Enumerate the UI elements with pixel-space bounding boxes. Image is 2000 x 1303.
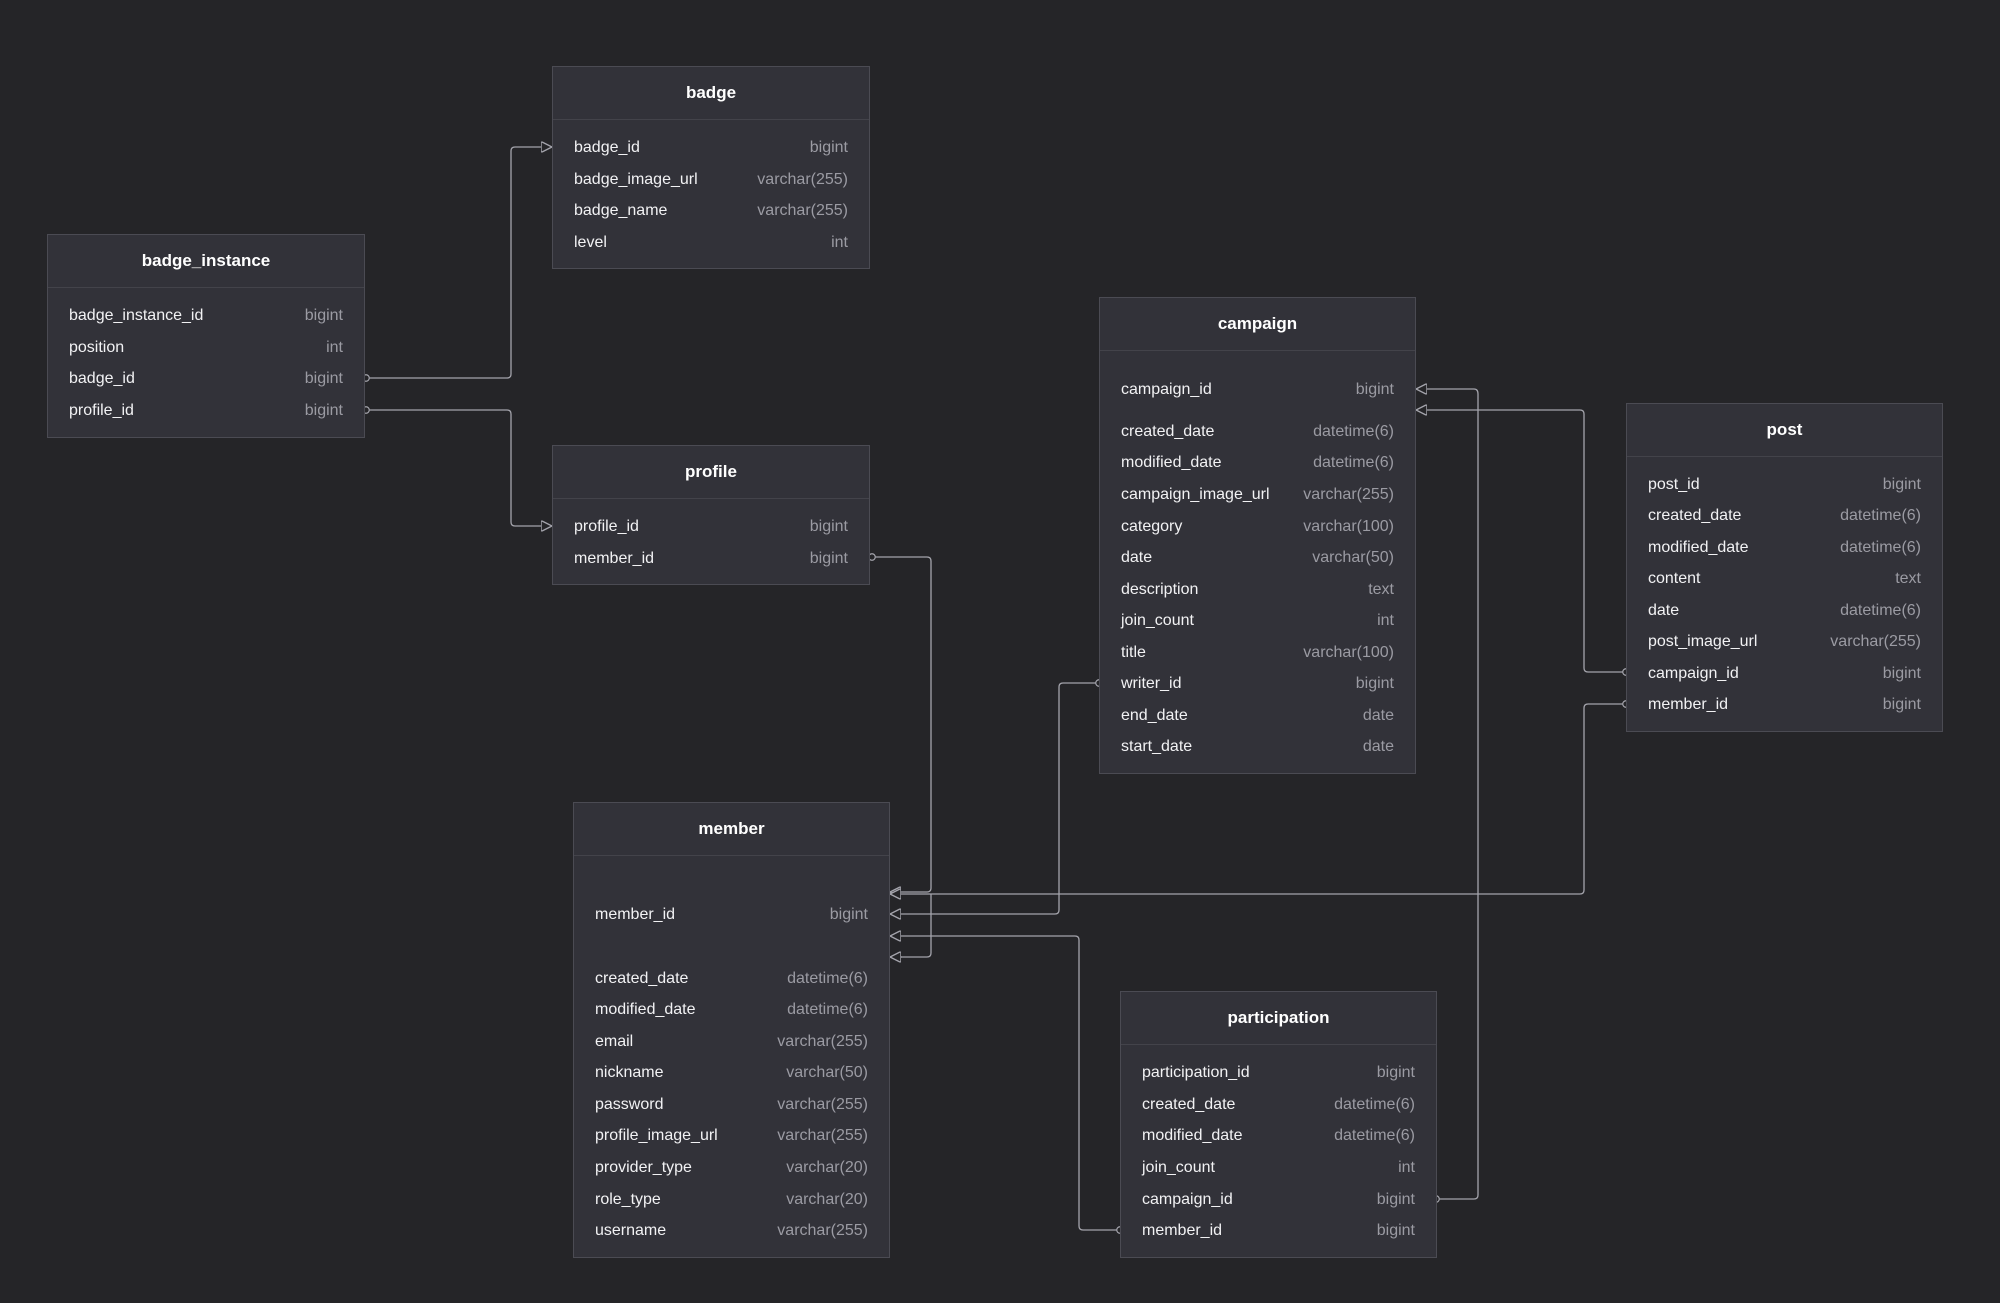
column-row[interactable]: join_count int — [1142, 1156, 1415, 1180]
table-post[interactable]: post post_id bigint created_date datetime(… — [1626, 403, 1943, 732]
column-row[interactable]: role_type varchar(20) — [595, 1188, 868, 1212]
table-profile[interactable]: profile profile_id bigint member_id bigint — [552, 445, 870, 585]
column-row[interactable]: created_date datetime(6) — [595, 967, 868, 991]
column-row[interactable]: level int — [574, 231, 848, 255]
column-row[interactable]: end_date date — [1121, 704, 1394, 728]
column-row[interactable]: member_id bigint — [574, 547, 848, 571]
table-member[interactable]: member member_id bigint created_date datet… — [573, 802, 890, 1258]
rel-member-stub — [890, 894, 932, 958]
column-row[interactable]: nickname varchar(50) — [595, 1061, 868, 1085]
column-row[interactable]: writer_id bigint — [1121, 672, 1394, 696]
column-row[interactable]: participation_id bigint — [1142, 1061, 1415, 1085]
column-row[interactable]: join_count int — [1121, 609, 1394, 633]
column-row[interactable]: badge_name varchar(255) — [574, 199, 848, 223]
column-row[interactable]: created_date datetime(6) — [1121, 420, 1394, 444]
column-row[interactable]: email varchar(255) — [595, 1030, 868, 1054]
table-title: member — [574, 803, 889, 856]
column-row[interactable]: campaign_image_url varchar(255) — [1121, 483, 1394, 507]
column-row[interactable]: member_id bigint — [595, 903, 868, 927]
table-campaign[interactable]: campaign campaign_id bigint created_date d… — [1099, 297, 1416, 774]
table-title: badge — [553, 67, 869, 120]
table-title: participation — [1121, 992, 1436, 1045]
column-row[interactable]: member_id bigint — [1142, 1219, 1415, 1243]
column-row[interactable]: description text — [1121, 578, 1394, 602]
column-row[interactable]: modified_date datetime(6) — [595, 998, 868, 1022]
column-row[interactable]: category varchar(100) — [1121, 515, 1394, 539]
column-row[interactable]: badge_id bigint — [574, 136, 848, 160]
column-row[interactable]: profile_id bigint — [574, 515, 848, 539]
column-row[interactable]: profile_image_url varchar(255) — [595, 1124, 868, 1148]
rel-badge-instance-profile[interactable] — [366, 410, 552, 526]
column-row[interactable]: badge_id bigint — [69, 367, 343, 391]
column-row[interactable]: start_date date — [1121, 735, 1394, 759]
table-title: post — [1627, 404, 1942, 457]
table-title: profile — [553, 446, 869, 499]
column-row[interactable]: badge_instance_id bigint — [69, 304, 343, 328]
column-row[interactable]: campaign_id bigint — [1121, 378, 1394, 402]
column-row[interactable]: profile_id bigint — [69, 399, 343, 423]
column-row[interactable]: password varchar(255) — [595, 1093, 868, 1117]
column-row[interactable]: provider_type varchar(20) — [595, 1156, 868, 1180]
column-row[interactable]: modified_date datetime(6) — [1142, 1124, 1415, 1148]
column-row[interactable]: modified_date datetime(6) — [1648, 536, 1921, 560]
column-row[interactable]: post_id bigint — [1648, 473, 1921, 497]
column-row[interactable]: campaign_id bigint — [1142, 1188, 1415, 1212]
column-row[interactable]: date varchar(50) — [1121, 546, 1394, 570]
table-participation[interactable]: participation participation_id bigint cre… — [1120, 991, 1437, 1258]
column-row[interactable]: content text — [1648, 567, 1921, 591]
column-row[interactable]: title varchar(100) — [1121, 641, 1394, 665]
column-row[interactable]: modified_date datetime(6) — [1121, 451, 1394, 475]
column-row[interactable]: member_id bigint — [1648, 693, 1921, 717]
column-row[interactable]: created_date datetime(6) — [1648, 504, 1921, 528]
column-row[interactable]: date datetime(6) — [1648, 599, 1921, 623]
erd-canvas: badge badge_id bigint badge_image_url varc… — [0, 0, 2000, 1303]
rel-badge-instance-badge[interactable] — [366, 147, 552, 378]
column-row[interactable]: position int — [69, 336, 343, 360]
column-row[interactable]: post_image_url varchar(255) — [1648, 630, 1921, 654]
table-badge-instance[interactable]: badge_instance badge_instance_id bigint p… — [47, 234, 365, 438]
rel-campaign-member[interactable] — [890, 683, 1099, 914]
column-row[interactable]: username varchar(255) — [595, 1219, 868, 1243]
rel-post-campaign[interactable] — [1416, 410, 1626, 672]
column-row[interactable]: created_date datetime(6) — [1142, 1093, 1415, 1117]
table-badge[interactable]: badge badge_id bigint badge_image_url varc… — [552, 66, 870, 269]
column-row[interactable]: badge_image_url varchar(255) — [574, 168, 848, 192]
table-title: campaign — [1100, 298, 1415, 351]
rel-participation-member[interactable] — [890, 936, 1120, 1230]
column-row[interactable]: campaign_id bigint — [1648, 662, 1921, 686]
table-title: badge_instance — [48, 235, 364, 288]
